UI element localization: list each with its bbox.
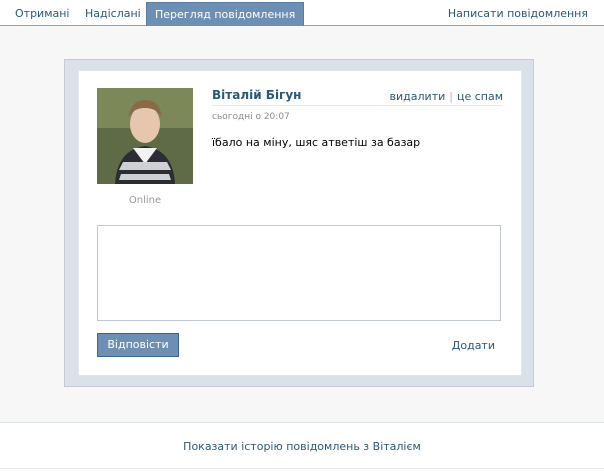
reply-button[interactable]: Відповісти xyxy=(97,333,179,357)
avatar-photo xyxy=(97,88,193,184)
sender-name[interactable]: Віталій Бігун xyxy=(212,88,301,102)
message-view-area: Online Віталій Бігун видалити | це спам сь… xyxy=(0,26,604,422)
online-status: Online xyxy=(128,195,162,206)
tab-received[interactable]: Отримані xyxy=(7,3,77,24)
actions-separator: | xyxy=(449,90,453,103)
show-history-link[interactable]: Показати історію повідомлень з Віталієм xyxy=(0,440,604,453)
avatar[interactable] xyxy=(97,88,193,184)
divider xyxy=(212,105,502,106)
message-panel: Online Віталій Бігун видалити | це спам сь… xyxy=(64,59,534,387)
add-attachment-link[interactable]: Додати xyxy=(452,339,495,352)
tab-bar: Отримані Надіслані Перегляд повідомлення… xyxy=(0,0,604,26)
tab-write-message[interactable]: Написати повідомлення xyxy=(440,3,596,24)
bottom-divider xyxy=(0,468,604,469)
spam-link[interactable]: це спам xyxy=(457,90,503,103)
message-actions: видалити | це спам xyxy=(390,90,503,103)
tab-sent[interactable]: Надіслані xyxy=(77,3,149,24)
message-card: Online Віталій Бігун видалити | це спам сь… xyxy=(78,70,522,376)
tab-view-message[interactable]: Перегляд повідомлення xyxy=(146,2,305,26)
message-timestamp: сьогодні о 20:07 xyxy=(212,112,290,122)
delete-link[interactable]: видалити xyxy=(390,90,446,103)
message-text: їбало на міну, шяс атветіш за базар xyxy=(212,136,421,149)
footer-divider xyxy=(0,422,604,423)
reply-textarea[interactable] xyxy=(97,225,501,321)
